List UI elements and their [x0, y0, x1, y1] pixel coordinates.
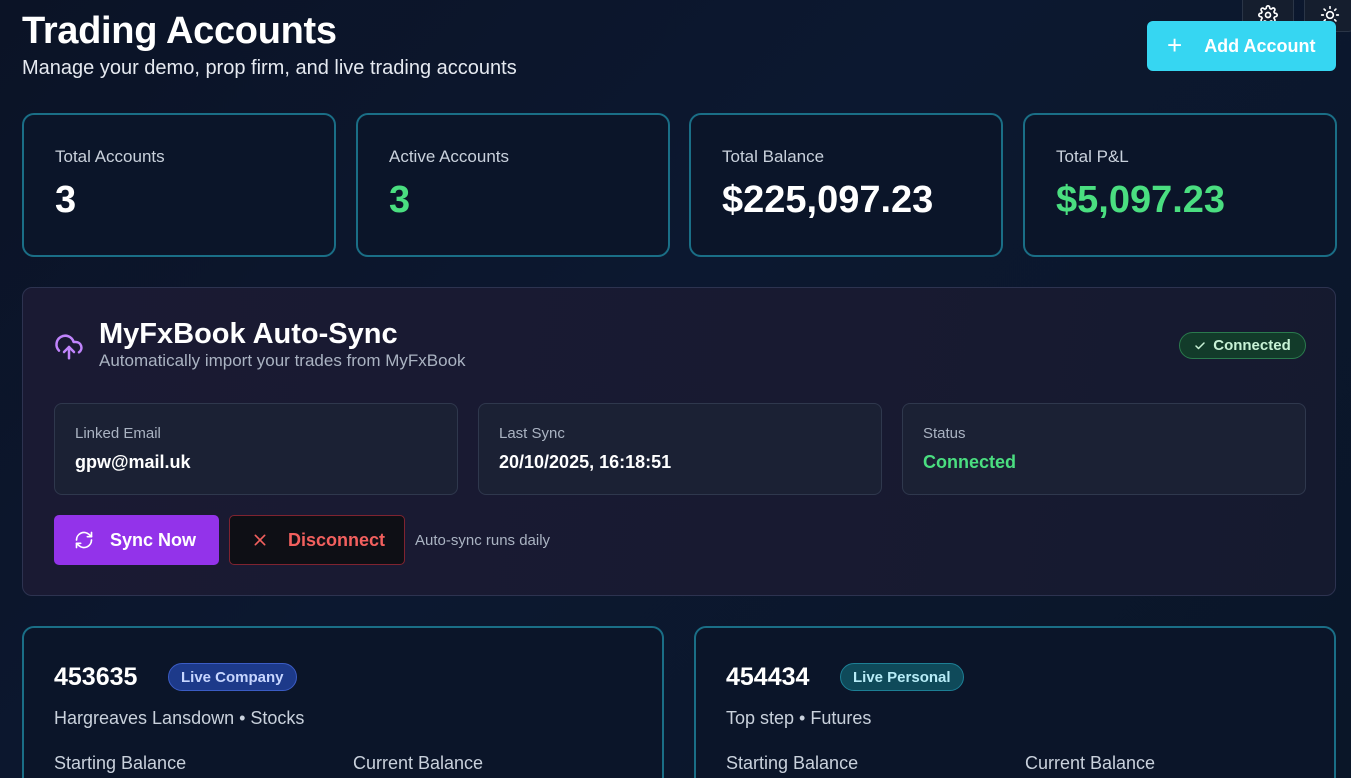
- myfxbook-sync-panel: MyFxBook Auto-Sync Automatically import …: [22, 287, 1336, 596]
- stat-label: Total Accounts: [55, 147, 165, 166]
- info-label: Status: [923, 425, 966, 442]
- stat-card-total-accounts: Total Accounts 3: [22, 113, 336, 257]
- page-title: Trading Accounts: [22, 10, 337, 52]
- stat-value: 3: [55, 179, 77, 221]
- stat-card-total-balance: Total Balance $225,097.23: [689, 113, 1003, 257]
- account-number: 453635: [54, 663, 138, 691]
- add-account-button[interactable]: + Add Account: [1147, 21, 1336, 71]
- status-value: Connected: [923, 452, 1017, 472]
- close-icon: [254, 534, 266, 546]
- stat-value: 3: [389, 179, 411, 221]
- stat-card-total-pnl: Total P&L $5,097.23: [1023, 113, 1337, 257]
- info-label: Linked Email: [75, 425, 161, 442]
- disconnect-label: Disconnect: [288, 529, 386, 550]
- disconnect-button[interactable]: Disconnect: [229, 515, 405, 565]
- stat-card-active-accounts: Active Accounts 3: [356, 113, 670, 257]
- status-box: Status Connected: [902, 403, 1306, 495]
- account-broker-market: Hargreaves Lansdown • Stocks: [54, 708, 305, 728]
- myfxbook-title: MyFxBook Auto-Sync: [99, 318, 398, 350]
- current-balance-label: Current Balance: [1025, 753, 1156, 773]
- stat-value: $5,097.23: [1056, 179, 1226, 221]
- sync-now-button[interactable]: Sync Now: [54, 515, 219, 565]
- page-subtitle: Manage your demo, prop firm, and live tr…: [22, 57, 517, 79]
- account-card[interactable]: 453635 Live Company Hargreaves Lansdown …: [22, 626, 664, 778]
- account-type-badge: Live Company: [168, 663, 297, 691]
- starting-balance-label: Starting Balance: [726, 753, 859, 773]
- account-type-badge: Live Personal: [840, 663, 964, 691]
- add-account-label: Add Account: [1204, 35, 1316, 56]
- auto-sync-note: Auto-sync runs daily: [415, 532, 551, 549]
- cloud-upload-icon: [55, 334, 83, 360]
- account-broker-market: Top step • Futures: [726, 708, 872, 728]
- info-label: Last Sync: [499, 425, 565, 442]
- info-value: 20/10/2025, 16:18:51: [499, 452, 672, 472]
- starting-balance-label: Starting Balance: [54, 753, 187, 773]
- info-value: gpw@mail.uk: [75, 452, 191, 472]
- linked-email-box: Linked Email gpw@mail.uk: [54, 403, 458, 495]
- myfxbook-subtitle: Automatically import your trades from My…: [99, 351, 466, 370]
- current-balance-label: Current Balance: [353, 753, 484, 773]
- connected-badge-label: Connected: [1213, 337, 1291, 354]
- refresh-icon: [75, 531, 93, 549]
- account-number: 454434: [726, 663, 810, 691]
- stat-label: Total P&L: [1056, 147, 1129, 166]
- check-icon: [1195, 341, 1205, 349]
- account-card[interactable]: 454434 Live Personal Top step • Futures …: [694, 626, 1336, 778]
- stat-value: $225,097.23: [722, 179, 934, 221]
- plus-icon: +: [1167, 29, 1183, 60]
- stat-label: Total Balance: [722, 147, 825, 166]
- stat-label: Active Accounts: [389, 147, 510, 166]
- last-sync-box: Last Sync 20/10/2025, 16:18:51: [478, 403, 882, 495]
- connected-badge: Connected: [1179, 332, 1306, 359]
- sync-now-label: Sync Now: [110, 529, 197, 550]
